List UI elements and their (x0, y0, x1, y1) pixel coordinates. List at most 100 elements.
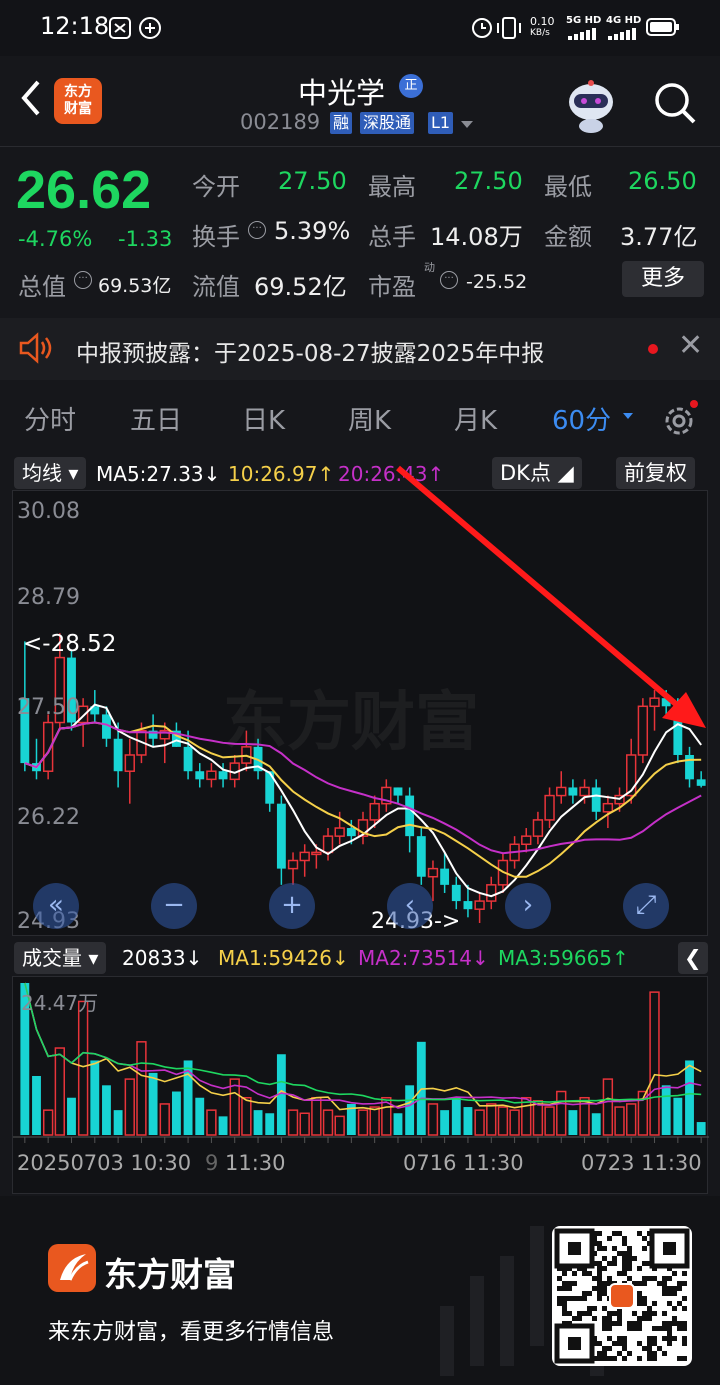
volume-bar (218, 1116, 228, 1135)
stock-code: 002189 (240, 110, 321, 134)
qr-module (617, 1311, 622, 1316)
more-button[interactable]: 更多 (622, 261, 704, 297)
qr-module (662, 1311, 667, 1316)
footer-banner[interactable]: 东方财富 来东方财富，看更多行情信息 (0, 1196, 720, 1385)
qr-module (667, 1341, 672, 1346)
volume-bar (556, 1090, 567, 1136)
app-logo[interactable]: 东方财富 (54, 78, 102, 124)
qr-module (647, 1276, 652, 1281)
candle (299, 844, 310, 877)
qr-module (592, 1306, 597, 1311)
close-icon[interactable]: ✕ (678, 328, 703, 363)
candle (195, 763, 205, 788)
qr-module (682, 1336, 687, 1341)
volume-bar (544, 1106, 555, 1136)
qr-module (612, 1341, 617, 1346)
volume-chart[interactable]: 24.47万 20250703 10:30 9 11:30 0716 11:30… (12, 976, 709, 1194)
tab-monthly[interactable]: 月K (454, 400, 497, 437)
volume-selector[interactable]: 成交量 ▾ (14, 942, 107, 974)
info-icon[interactable]: ··· (440, 271, 458, 289)
qr-module (597, 1266, 602, 1271)
search-icon[interactable] (652, 80, 698, 126)
qr-module (597, 1241, 602, 1246)
qr-finder-center (663, 1242, 676, 1255)
qr-code[interactable] (552, 1226, 692, 1366)
x-tick-label: 0723 11:30 (581, 1151, 702, 1175)
zoom-out-button[interactable]: − (151, 883, 197, 929)
tab-daily[interactable]: 日K (242, 400, 285, 437)
footer-slogan: 来东方财富，看更多行情信息 (48, 1320, 335, 1345)
qr-module (637, 1281, 642, 1286)
qr-module (657, 1346, 662, 1351)
tab-intraday[interactable]: 分时 (24, 400, 76, 437)
candle (124, 738, 135, 804)
next-button[interactable]: › (505, 883, 551, 929)
qr-module (602, 1326, 607, 1331)
fullscreen-button[interactable]: ⤢ (623, 883, 669, 929)
prev-button[interactable]: ‹ (387, 883, 433, 929)
candle-body (346, 828, 356, 837)
qr-module (567, 1286, 572, 1291)
qr-module (622, 1251, 627, 1256)
chevron-down-icon[interactable] (460, 120, 474, 130)
notice-bar[interactable]: 中报预披露：于2025-08-27披露2025年中报 ✕ (0, 318, 720, 380)
ma-selector[interactable]: 均线 ▾ (14, 457, 87, 489)
footer-logo-icon (48, 1244, 96, 1292)
volume-max-label: 24.47万 (21, 991, 99, 1015)
zoom-in-button[interactable]: + (269, 883, 315, 929)
ma5-value: MA5:27.33↓ (96, 462, 221, 486)
volume-bar (696, 1122, 706, 1135)
volume-bar (90, 1060, 100, 1135)
candle (521, 828, 532, 853)
qr-module (617, 1336, 622, 1341)
qr-module (662, 1281, 667, 1286)
qr-module (647, 1306, 652, 1311)
qr-module (567, 1296, 572, 1301)
qr-module (622, 1256, 627, 1261)
qr-module (667, 1321, 672, 1326)
qr-module (627, 1351, 632, 1356)
settings-icon[interactable] (660, 400, 700, 440)
qr-module (577, 1311, 582, 1316)
tab-dropdown-icon[interactable] (622, 412, 634, 422)
info-icon[interactable]: ··· (248, 221, 266, 239)
tab-60min[interactable]: 60分 (552, 400, 611, 437)
volume-label: 总手 (368, 223, 416, 251)
scroll-left-button[interactable]: « (33, 883, 79, 929)
qr-module (557, 1286, 562, 1291)
qr-module (647, 1346, 652, 1351)
network-1-label: 5G HD (566, 15, 602, 26)
speaker-icon (19, 332, 52, 364)
volume-bar (591, 1113, 601, 1135)
qr-module (572, 1296, 577, 1301)
candle (276, 795, 286, 885)
qr-module (672, 1306, 677, 1311)
robot-assistant-icon[interactable] (562, 78, 620, 134)
pe-label: 市盈 (368, 273, 416, 301)
volume-bar (102, 1085, 111, 1135)
back-icon[interactable] (16, 76, 46, 120)
candle (322, 828, 334, 861)
info-icon[interactable]: ··· (74, 271, 92, 289)
tab-five-day[interactable]: 五日 (130, 400, 182, 437)
qr-module (682, 1321, 687, 1326)
qr-module (602, 1266, 607, 1271)
collapse-left-icon[interactable]: ❮ (678, 942, 708, 974)
qr-module (627, 1266, 632, 1271)
volume-bar (77, 1000, 89, 1136)
qr-module (662, 1286, 667, 1291)
candle (685, 746, 694, 788)
candle-body (556, 786, 567, 797)
candle-body (544, 794, 555, 821)
volume-bar (229, 1078, 240, 1136)
qr-module (602, 1286, 607, 1291)
footer-brand: 东方财富 (104, 1255, 236, 1294)
stock-header: 东方财富 中光学 正 002189 融 深股通 L1 (0, 56, 720, 146)
tab-weekly[interactable]: 周K (348, 400, 391, 437)
volume-bar (148, 1072, 158, 1135)
qr-module (642, 1261, 647, 1266)
qr-module (642, 1236, 647, 1241)
qr-module (622, 1336, 627, 1341)
app-logo-text: 东方财富 (64, 84, 92, 117)
qr-module (562, 1306, 567, 1311)
